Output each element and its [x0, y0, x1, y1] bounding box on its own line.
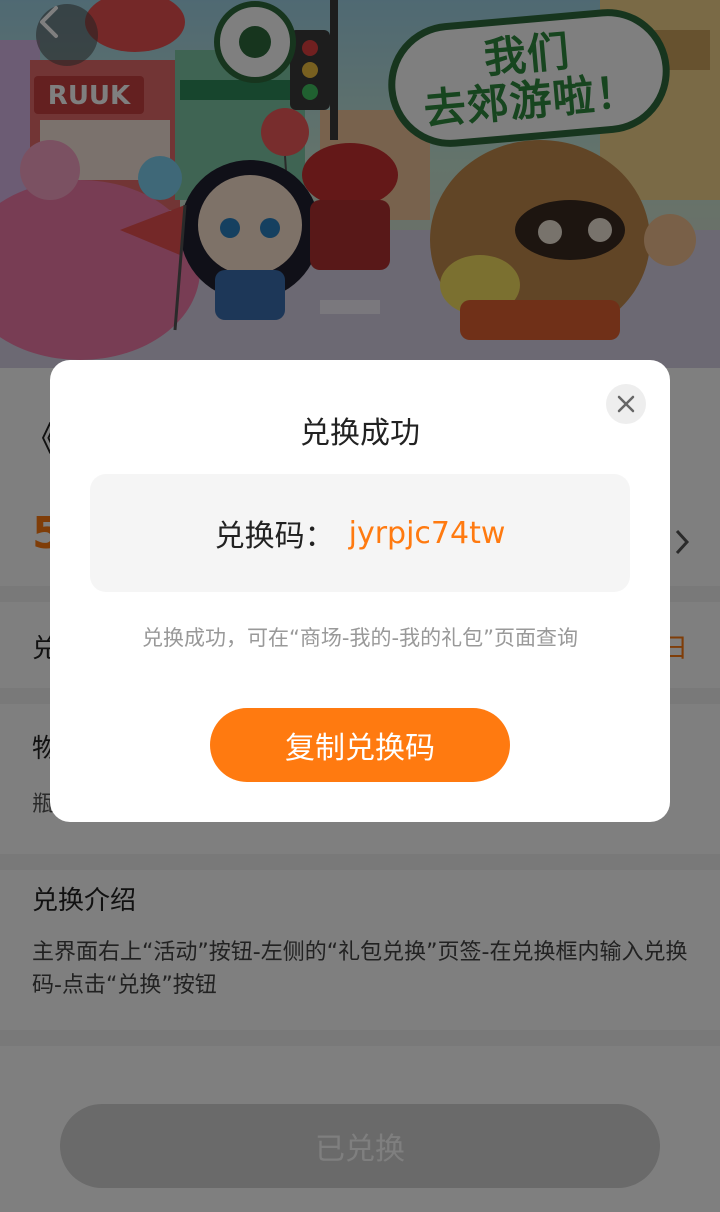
redeem-code-label: 兑换码： — [214, 519, 335, 554]
redeem-code-box: 兑换码： jyrpjc74tw — [90, 474, 630, 592]
dialog-title: 兑换成功 — [300, 416, 420, 451]
redeem-success-dialog: 兑换成功 兑换码： jyrpjc74tw 兑换成功，可在“商场-我的-我的礼包”… — [50, 360, 670, 822]
dialog-hint: 兑换成功，可在“商场-我的-我的礼包”页面查询 — [142, 626, 578, 650]
copy-code-button[interactable]: 复制兑换码 — [210, 708, 510, 782]
redeem-code-value[interactable]: jyrpjc74tw — [349, 516, 506, 551]
